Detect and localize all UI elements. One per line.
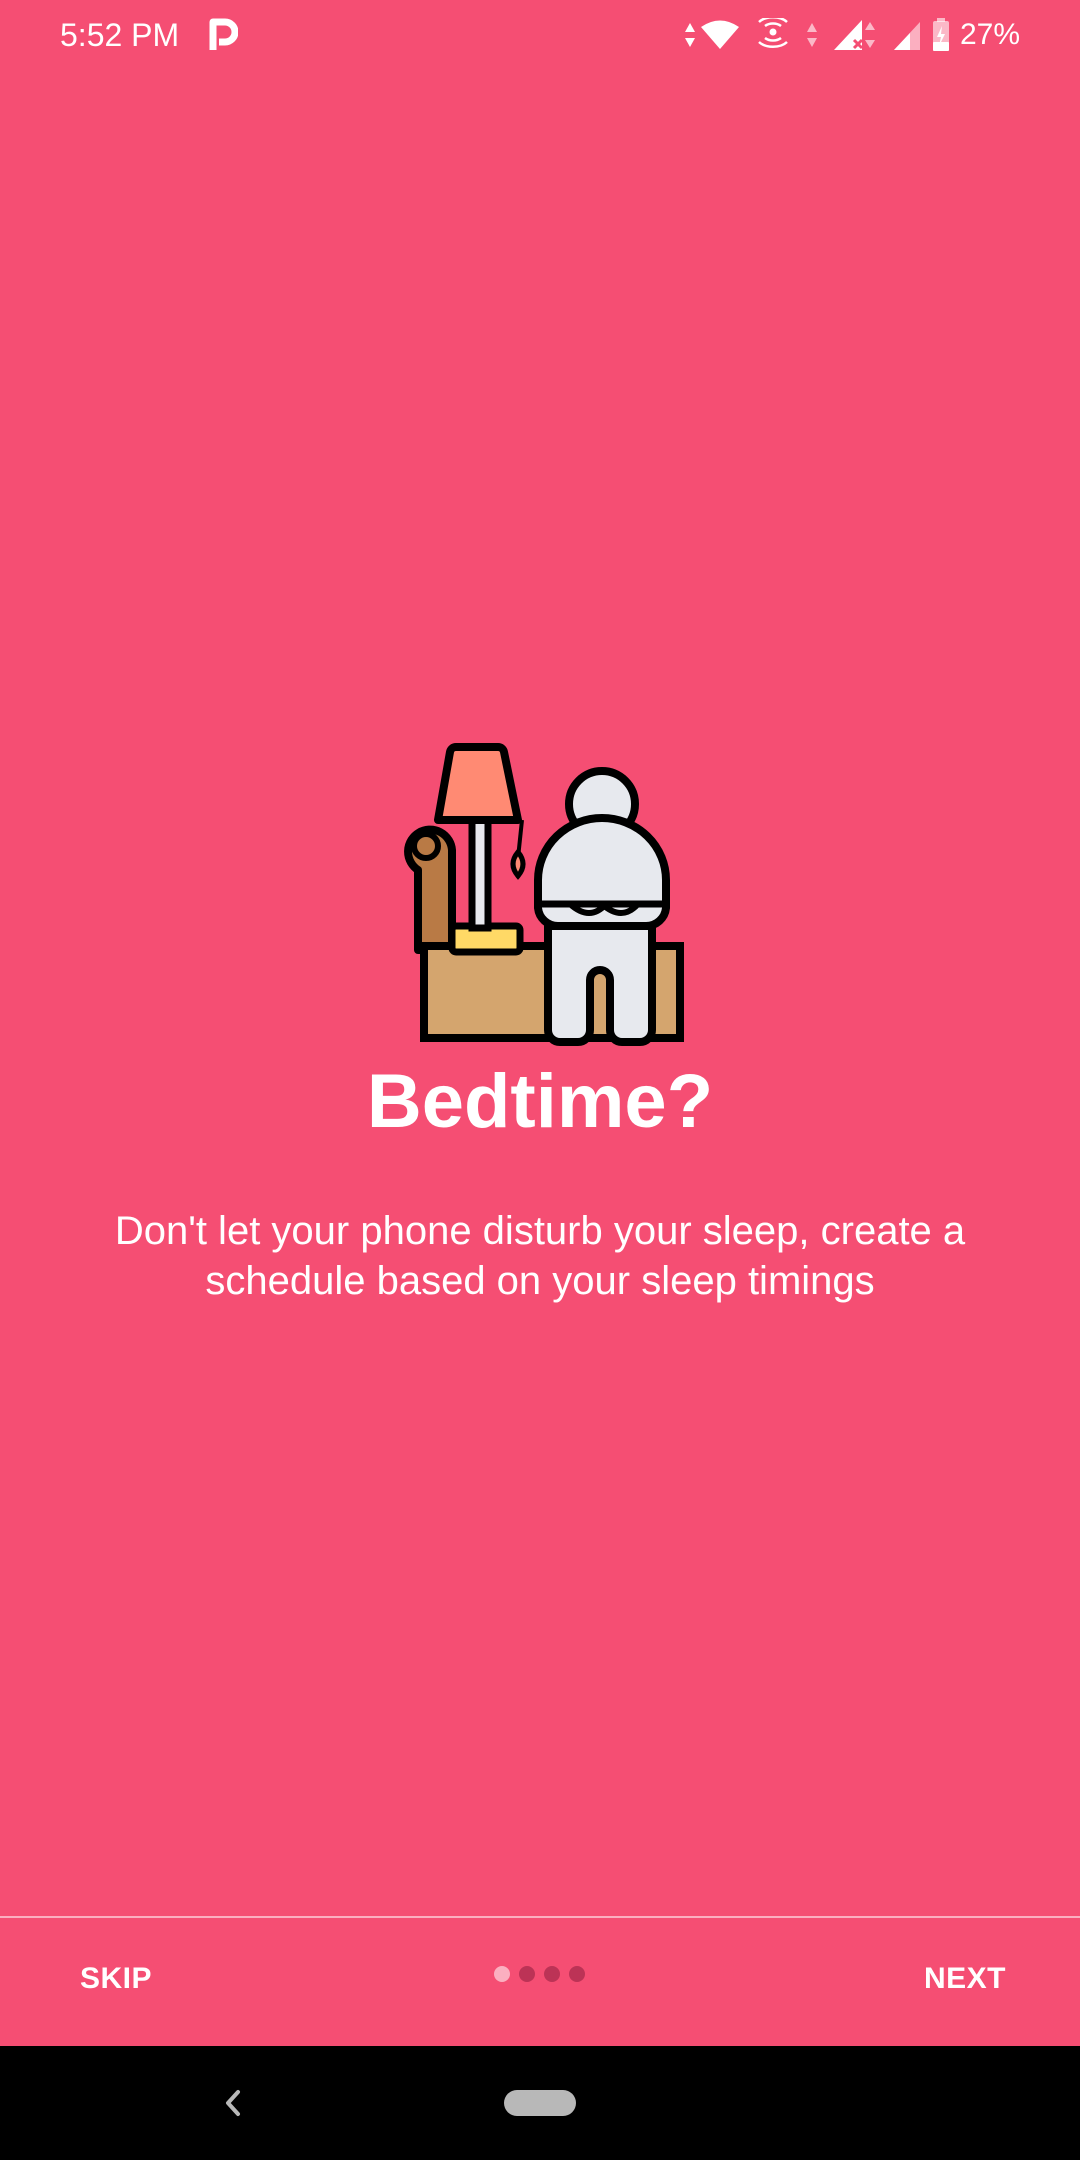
- status-time: 5:52 PM: [60, 17, 180, 53]
- page-indicator-dot: [544, 1966, 560, 1982]
- page-indicator-dot: [494, 1966, 510, 1982]
- wifi-icon: [700, 20, 739, 49]
- page-description: Don't let your phone disturb your sleep,…: [114, 1209, 966, 1303]
- page-indicator-dot: [569, 1966, 585, 1982]
- skip-button[interactable]: SKIP: [60, 1952, 172, 2006]
- system-nav-bar: [0, 2046, 1080, 2160]
- p-icon: [209, 18, 238, 50]
- signal-icon: [893, 22, 920, 50]
- page-title: Bedtime?: [366, 1059, 714, 1144]
- battery-charging-icon: [932, 18, 949, 51]
- battery-percentage: 27%: [959, 18, 1020, 51]
- next-button[interactable]: NEXT: [904, 1952, 1026, 2006]
- hotspot-icon: [758, 18, 788, 49]
- data-arrows-icon: [806, 23, 817, 47]
- signal-no-service-icon: [833, 20, 875, 50]
- page-indicator-dot: [519, 1966, 535, 1982]
- back-icon[interactable]: [218, 2084, 248, 2122]
- status-icons: 27%: [670, 14, 1020, 56]
- data-arrows-icon: [684, 23, 695, 47]
- status-bar: 5:52 PM 27%: [0, 0, 1080, 70]
- page-indicator: [494, 1966, 594, 1982]
- person-on-couch-with-lamp-icon: [404, 743, 684, 1046]
- home-pill[interactable]: [504, 2090, 576, 2116]
- onboarding-nav-bar: SKIP NEXT: [0, 1918, 1080, 2046]
- onboarding-screen: 5:52 PM 27% Bedtime? Don't let your phon…: [0, 0, 1080, 2160]
